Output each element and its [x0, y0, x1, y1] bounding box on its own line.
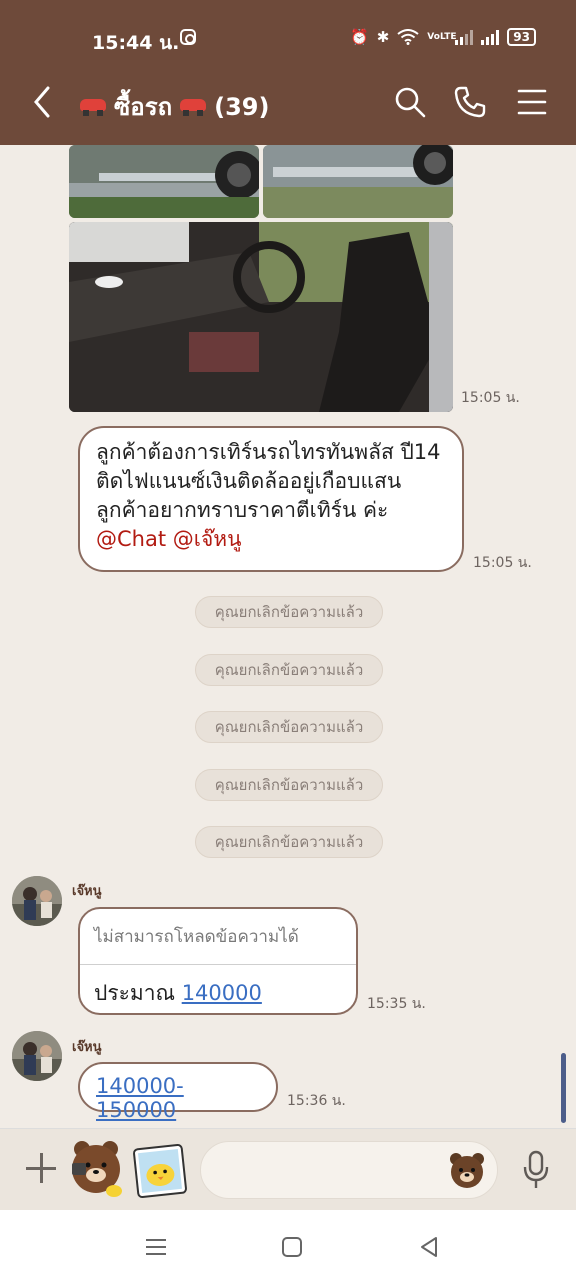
- brown-bear-sticker-image: [72, 1141, 122, 1197]
- phone-number-link[interactable]: 140000: [182, 981, 262, 1005]
- avatar-image: [12, 1031, 62, 1081]
- car-emoji-icon: [178, 97, 208, 117]
- message-input[interactable]: [200, 1141, 498, 1199]
- brown-bear-sticker-icon[interactable]: [68, 1139, 126, 1199]
- phone-icon: [454, 86, 486, 118]
- scrollbar[interactable]: [561, 1053, 566, 1123]
- recents-icon: [146, 1239, 166, 1255]
- signal-icon-1: [455, 29, 474, 45]
- reply-bubble[interactable]: ไม่สามารถโหลดข้อความได้ ประมาณ 140000: [78, 907, 358, 1015]
- system-nav-bar: [0, 1210, 576, 1280]
- status-icons: ⏰ ✱ VoLTE 93: [350, 28, 536, 46]
- mention-link[interactable]: @เจ๊หนู: [173, 527, 242, 551]
- mention-link[interactable]: @Chat: [96, 527, 166, 551]
- message-text: ประมาณ 140000: [80, 965, 356, 1013]
- home-button[interactable]: [277, 1232, 307, 1262]
- sender-name[interactable]: เจ๊หนู: [72, 880, 102, 901]
- message-text: ลูกค้าต้องการเทิร์นรถไทรทันพลัส ปี14 ติด…: [96, 440, 441, 522]
- recents-button[interactable]: [141, 1232, 171, 1262]
- signal-icon-2: [481, 29, 500, 45]
- bear-emoji-image: [450, 1153, 484, 1188]
- car-interior-image: [69, 222, 453, 412]
- message-bubble[interactable]: ลูกค้าต้องการเทิร์นรถไทรทันพลัส ปี14 ติด…: [78, 426, 464, 572]
- unsent-notice: คุณยกเลิกข้อความแล้ว: [195, 711, 383, 743]
- avatar-image: [12, 876, 62, 926]
- timestamp: 15:05 น.: [461, 390, 520, 406]
- message-bubble[interactable]: 140000-150000: [78, 1062, 278, 1122]
- sally-chick-sticker-icon[interactable]: [131, 1142, 188, 1199]
- status-time: 15:44 น.: [92, 32, 180, 54]
- phone-number-link[interactable]: 140000-150000: [96, 1074, 184, 1122]
- unsent-notice: คุณยกเลิกข้อความแล้ว: [195, 826, 383, 858]
- call-button[interactable]: [452, 84, 488, 120]
- avatar[interactable]: [12, 1031, 62, 1081]
- chat-title[interactable]: ซื้อรถ (39): [78, 87, 269, 126]
- member-count: (39): [214, 92, 270, 121]
- timestamp: 15:36 น.: [287, 1093, 346, 1109]
- status-bar: 15:44 น. ⏰ ✱ VoLTE 93: [0, 22, 576, 56]
- group-name: ซื้อรถ: [114, 93, 173, 121]
- microphone-image: [523, 1150, 549, 1188]
- bluetooth-icon: ✱: [376, 28, 390, 46]
- wifi-icon: [397, 29, 419, 45]
- sally-chick-sticker-image: [133, 1144, 187, 1198]
- unsent-notice: คุณยกเลิกข้อความแล้ว: [195, 769, 383, 801]
- timestamp: 15:05 น.: [473, 555, 532, 571]
- chat-header: ซื้อรถ (39): [0, 78, 576, 128]
- car-emoji-icon: [78, 97, 108, 117]
- instagram-icon: [180, 29, 196, 45]
- unsent-notice: คุณยกเลิกข้อความแล้ว: [195, 596, 383, 628]
- top-bar: 15:44 น. ⏰ ✱ VoLTE 93 ซื้อรถ (39): [0, 0, 576, 145]
- message-prefix: ประมาณ: [94, 981, 182, 1005]
- microphone-icon[interactable]: [520, 1149, 552, 1191]
- search-button[interactable]: [392, 84, 428, 120]
- car-photo-interior[interactable]: [69, 222, 453, 412]
- back-button[interactable]: [30, 84, 58, 122]
- home-icon: [282, 1237, 302, 1257]
- timestamp: 15:35 น.: [367, 996, 426, 1012]
- car-exterior-image: [263, 145, 453, 218]
- quoted-message[interactable]: ไม่สามารถโหลดข้อความได้: [80, 909, 356, 965]
- car-exterior-image: [69, 145, 259, 218]
- hamburger-menu-icon: [517, 89, 547, 115]
- sender-name[interactable]: เจ๊หนู: [72, 1036, 102, 1057]
- alarm-icon: ⏰: [350, 28, 369, 46]
- avatar[interactable]: [12, 876, 62, 926]
- bear-emoji-icon[interactable]: [447, 1150, 487, 1190]
- menu-button[interactable]: [514, 84, 550, 120]
- back-nav-button[interactable]: [414, 1232, 444, 1262]
- battery-level: 93: [513, 30, 530, 44]
- input-bar: [0, 1128, 576, 1210]
- unsent-notice: คุณยกเลิกข้อความแล้ว: [195, 654, 383, 686]
- chevron-left-icon: [34, 86, 50, 118]
- search-icon: [395, 87, 426, 118]
- volte-icon: VoLTE: [427, 31, 457, 42]
- car-photo-exterior-left[interactable]: [69, 145, 259, 218]
- plus-icon[interactable]: [24, 1151, 58, 1185]
- battery-icon: 93: [507, 28, 536, 46]
- car-photo-exterior-right[interactable]: [263, 145, 453, 218]
- chat-area[interactable]: 15:05 น. ลูกค้าต้องการเทิร์นรถไทรทันพลัส…: [0, 145, 576, 1128]
- back-triangle-icon: [421, 1237, 437, 1257]
